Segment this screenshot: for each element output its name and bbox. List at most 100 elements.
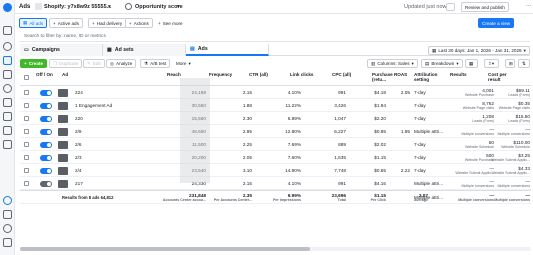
delivery-toggle[interactable] [40, 167, 52, 174]
chevron-down-icon[interactable]: ▾ [177, 4, 180, 10]
export-icon[interactable]: ⇪▾ [484, 59, 499, 68]
chart-icon[interactable]: ▦ [465, 59, 478, 68]
col-frequency[interactable]: Frequency [209, 72, 232, 77]
columns-button[interactable]: ▥ Columns: Sales ▾ [367, 59, 418, 68]
col-off-on[interactable]: Off / On [36, 72, 53, 77]
filter-icon[interactable]: ⊞ [505, 59, 515, 68]
analyze-button[interactable]: ◎ Analyze [106, 59, 137, 68]
grid-icon[interactable] [3, 70, 12, 79]
chevron-down-icon[interactable]: ▾ [108, 4, 111, 10]
row-checkbox[interactable] [24, 129, 29, 134]
help-icon[interactable] [3, 196, 12, 205]
ad-name[interactable]: 2/3 [75, 155, 82, 160]
delivery-toggle[interactable] [40, 180, 52, 187]
review-publish-button[interactable]: Review and publish [461, 2, 509, 12]
col-link-clicks[interactable]: Link clicks [290, 72, 314, 77]
breakdown-button[interactable]: ▤ Breakdown ▾ [421, 59, 463, 68]
create-button[interactable]: + Create [20, 59, 47, 68]
table-row[interactable]: 2/9 48,650 2.95 12.80% 6,227 $0.85 1.95 Multipl… [20, 125, 531, 138]
ad-name[interactable]: 220 [75, 116, 83, 121]
table-row[interactable]: 2/3 20,200 2.05 7.60% 1,535 $1.15 7-day 500 Webs… [20, 151, 531, 164]
filter-had-delivery[interactable]: + Had delivery [88, 18, 127, 28]
account-icon[interactable] [3, 42, 12, 51]
search-icon[interactable] [3, 224, 12, 233]
col-results[interactable]: Results [450, 72, 467, 77]
ad-name[interactable]: 2/6 [75, 142, 82, 147]
delivery-toggle[interactable] [40, 89, 52, 96]
billing-icon[interactable] [3, 112, 12, 121]
filter-active-ads[interactable]: + Active ads [49, 18, 83, 28]
ad-name[interactable]: 2/4 [75, 168, 82, 173]
delivery-toggle[interactable] [40, 128, 52, 135]
ads-manager-icon[interactable] [3, 56, 12, 65]
select-all-checkbox[interactable] [24, 75, 29, 80]
col-roas[interactable]: Purchase ROAS (retu... [372, 72, 410, 82]
delivery-toggle[interactable] [40, 141, 52, 148]
ctr-value: 4.10% [287, 90, 301, 95]
account-selector[interactable]: Shopify: y7x8w9z 55555... [44, 4, 111, 10]
meta-logo-icon[interactable] [3, 3, 12, 12]
link-clicks-value: 1,047 [334, 116, 346, 121]
delivery-toggle[interactable] [40, 102, 52, 109]
date-range-picker[interactable]: ▦ Last 30 days: Jan 1, 2026 - Jan 31, 202… [428, 46, 530, 55]
plus-icon: + [92, 20, 95, 26]
audience-icon[interactable] [3, 98, 12, 107]
tools-icon[interactable] [3, 140, 12, 149]
col-ad[interactable]: Ad [62, 72, 68, 77]
table-row[interactable]: 220 15,580 2.30 6.89% 1,047 $2.20 7-day 1,208 Le… [20, 112, 531, 125]
scrollbar-thumb[interactable] [20, 247, 310, 251]
delivery-toggle[interactable] [40, 115, 52, 122]
create-view-button[interactable]: Create a view [478, 18, 515, 28]
filter-all-ads[interactable]: ▦ All ads [19, 18, 48, 28]
see-more-button[interactable]: + See more [155, 18, 186, 28]
settings-icon[interactable] [3, 210, 12, 219]
ctr-value: 6.89% [287, 116, 301, 121]
reports-icon[interactable] [3, 126, 12, 135]
filter-actions[interactable]: + Actions [125, 18, 153, 28]
ad-name[interactable]: 224 [75, 90, 83, 95]
edit-button[interactable]: ✎ Edit [83, 59, 105, 68]
ad-name[interactable]: 2/9 [75, 129, 82, 134]
bug-icon[interactable] [3, 238, 12, 247]
cpc-value: $4.18 [374, 90, 386, 95]
refresh-icon[interactable] [446, 2, 455, 11]
table-row[interactable]: 224 24,198 2.15 4.10% 991 $4.18 2.05 7-day 4,001… [20, 86, 531, 99]
more-options-icon[interactable]: ⋯ [526, 4, 532, 10]
calendar-icon: ▦ [432, 47, 437, 53]
table-row[interactable]: 1 Engagement Ad 30,550 1.88 11.22% 3,426 $1.9… [20, 99, 531, 112]
ab-test-button[interactable]: ⚗ A/B test [140, 59, 171, 68]
tab-campaigns[interactable]: ▭ Campaigns [20, 44, 103, 56]
col-attribution[interactable]: Attribution setting [414, 72, 442, 82]
row-checkbox[interactable] [24, 90, 29, 95]
col-reach[interactable]: Reach [167, 72, 181, 77]
table-row[interactable]: 2/6 11,500 2.25 7.69% 889 $2.02 7-day 50 Website… [20, 138, 531, 151]
ctr-value: 12.80% [285, 129, 301, 134]
col-ctr[interactable]: CTR (all) [249, 72, 268, 77]
opportunity-score[interactable]: Opportunity score [135, 4, 183, 10]
sort-icon[interactable]: ⇅ [518, 59, 530, 68]
roas-value: 2.05 [400, 90, 410, 95]
col-cpc[interactable]: CPC (all) [332, 72, 351, 77]
delivery-toggle[interactable] [40, 154, 52, 161]
row-checkbox[interactable] [24, 155, 29, 160]
ad-name[interactable]: 217 [75, 181, 83, 186]
row-checkbox[interactable] [24, 181, 29, 186]
col-cost-per-result[interactable]: Cost per result [488, 72, 516, 82]
search-input[interactable]: Search to filter by: name, ID or metrics [19, 31, 530, 42]
horizontal-scrollbar[interactable] [20, 247, 531, 251]
row-checkbox[interactable] [24, 142, 29, 147]
duplicate-button[interactable]: ❐ Duplicate [49, 59, 83, 68]
table-row[interactable]: 2/4 23,540 3.10 14.90% 7,748 $0.65 2.22 7-day — W… [20, 164, 531, 177]
row-checkbox[interactable] [24, 116, 29, 121]
menu-icon[interactable] [3, 26, 12, 35]
more-button[interactable]: More ▾ [173, 59, 194, 68]
chevron-down-icon: ▾ [411, 60, 414, 66]
row-checkbox[interactable] [24, 168, 29, 173]
clock-icon[interactable] [3, 84, 12, 93]
row-checkbox[interactable] [24, 103, 29, 108]
tab-ads[interactable]: ▤ Ads [186, 44, 269, 56]
table-row[interactable]: 217 24,330 2.15 4.10% 991 $4.16 Multiple attri… [20, 177, 531, 190]
attribution-value: 7-day [414, 142, 426, 147]
tab-ad-sets[interactable]: ▦ Ad sets [103, 44, 186, 56]
ad-name[interactable]: 1 Engagement Ad [75, 103, 112, 108]
